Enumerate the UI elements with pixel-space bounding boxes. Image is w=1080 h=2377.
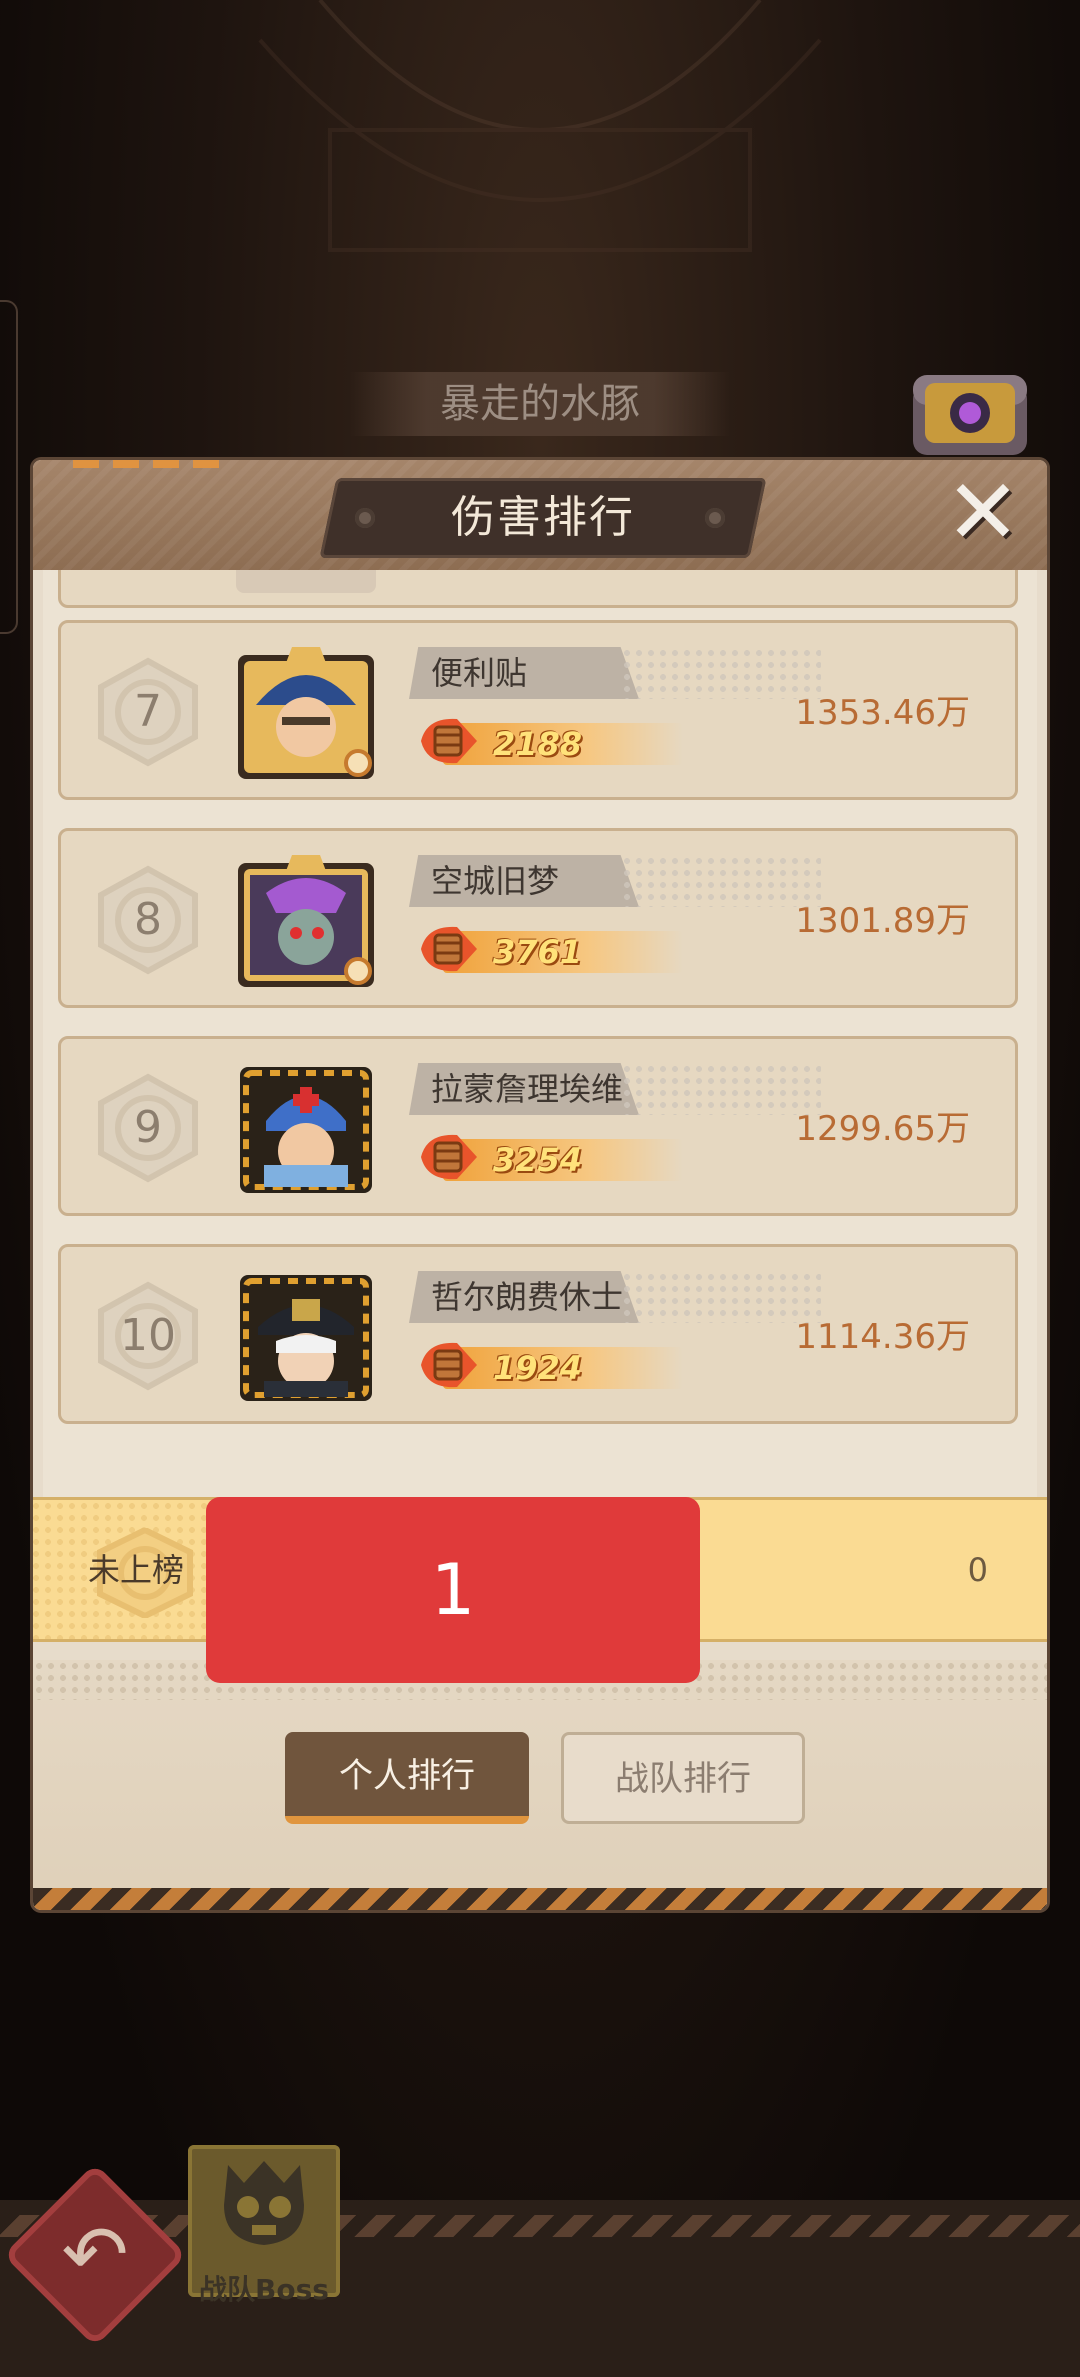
side-handle[interactable] (0, 300, 18, 634)
bullet-power-icon (421, 1134, 477, 1180)
rank-number: 10 (120, 1310, 176, 1361)
damage-value: 1114.36万 (795, 1317, 970, 1357)
name-dots-decor (621, 647, 821, 699)
rank-number: 7 (134, 686, 162, 737)
player-name: 拉蒙詹理埃维 (431, 1070, 624, 1108)
close-button[interactable]: ✕ (938, 468, 1028, 560)
damage-value: 1299.65万 (795, 1109, 970, 1149)
back-arrow-icon: ↶ (61, 2208, 129, 2301)
table-row (58, 570, 1018, 608)
hazard-stripe-decor (33, 1888, 1047, 1910)
name-dots-decor (621, 1271, 821, 1323)
name-dots-decor (621, 1063, 821, 1115)
table-row: 7 便利贴 2188 1353.46万 (58, 620, 1018, 800)
player-name: 哲尔朗费休士 (431, 1278, 624, 1316)
close-icon: ✕ (945, 460, 1021, 565)
avatar[interactable] (236, 645, 376, 781)
damage-value: 1301.89万 (795, 901, 970, 941)
avatar[interactable] (236, 1269, 376, 1405)
avatar (236, 570, 376, 593)
bullet-power-icon (421, 1342, 477, 1388)
power-value: 3254 (493, 1141, 583, 1179)
overlay-marker[interactable]: 1 (206, 1497, 700, 1683)
avatar[interactable] (236, 1061, 376, 1197)
power-value: 2188 (493, 725, 583, 763)
damage-ranking-modal: 伤害排行 ✕ 7 便利贴 2188 1353.46万 8 空城旧梦 3761 1… (33, 460, 1047, 1910)
player-name: 空城旧梦 (431, 862, 560, 900)
treasure-chest-icon[interactable] (905, 355, 1035, 465)
table-row: 9 拉蒙詹理埃维 3254 1299.65万 (58, 1036, 1018, 1216)
tab-team-ranking[interactable]: 战队排行 (561, 1732, 805, 1824)
table-row: 10 哲尔朗费休士 1924 1114.36万 (58, 1244, 1018, 1424)
name-dots-decor (621, 855, 821, 907)
bullet-power-icon (421, 718, 477, 764)
boss-name-banner: 暴走的水豚 (350, 372, 730, 436)
header-stripe-decor (73, 460, 233, 468)
modal-title: 伤害排行 (451, 492, 635, 543)
skull-boss-icon (224, 2161, 304, 2245)
my-rank-status: 未上榜 (88, 1551, 185, 1589)
modal-footer (33, 1660, 1047, 1910)
bullet-power-icon (421, 926, 477, 972)
table-row: 8 空城旧梦 3761 1301.89万 (58, 828, 1018, 1008)
rank-number: 9 (134, 1102, 162, 1153)
rank-number: 8 (134, 894, 162, 945)
player-name: 便利贴 (431, 654, 528, 692)
damage-value: 1353.46万 (795, 693, 970, 733)
tab-personal-ranking[interactable]: 个人排行 (285, 1732, 529, 1824)
power-value: 3761 (493, 933, 583, 971)
my-damage-value: 0 (967, 1551, 988, 1589)
team-boss-label: 战队Boss (199, 2273, 329, 2306)
power-value: 1924 (493, 1349, 583, 1387)
avatar[interactable] (236, 853, 376, 989)
ranking-list[interactable]: 7 便利贴 2188 1353.46万 8 空城旧梦 3761 1301.89万… (43, 570, 1037, 1570)
